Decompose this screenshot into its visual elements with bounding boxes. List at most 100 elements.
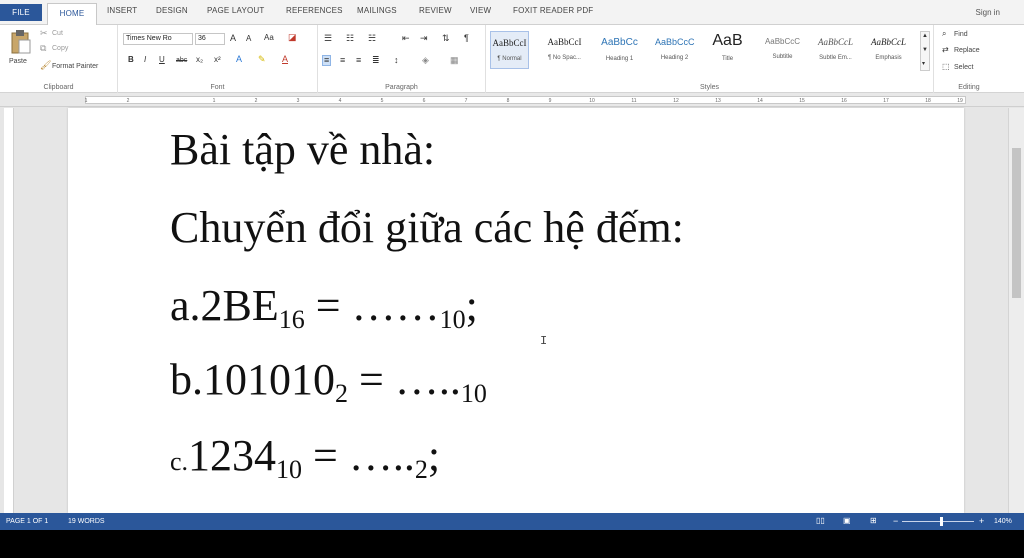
select-button[interactable]: Select (954, 64, 973, 71)
zoom-slider-thumb[interactable] (940, 517, 943, 526)
sign-in-link[interactable]: Sign in (976, 8, 1000, 17)
style-title[interactable]: AaB Title (708, 31, 747, 69)
document-line-5[interactable]: c.123410 = …..2; (170, 434, 440, 483)
tab-page-layout[interactable]: PAGE LAYOUT (207, 6, 264, 15)
web-layout-icon[interactable]: ⊞ (870, 516, 877, 525)
copy-button[interactable]: Copy (52, 45, 68, 52)
document-line-3[interactable]: a.2BE16 = ……10; (170, 284, 478, 333)
font-color-icon[interactable]: A (282, 55, 288, 64)
style-no-spacing[interactable]: AaBbCcI ¶ No Spac... (545, 31, 584, 69)
style-name: ¶ No Spac... (548, 55, 581, 61)
subscript-button[interactable]: x₂ (196, 56, 203, 64)
ruler-tick: 9 (548, 98, 552, 104)
font-group-label: Font (210, 84, 225, 91)
grow-font-button[interactable]: A (230, 34, 236, 43)
tab-home[interactable]: HOME (47, 3, 97, 26)
ruler-tick: 15 (799, 98, 805, 104)
line3-sub1: 16 (278, 305, 305, 334)
bold-button[interactable]: B (128, 56, 134, 64)
style-preview: AaBbCcC (655, 37, 695, 47)
tab-mailings[interactable]: MAILINGS (357, 6, 397, 15)
document-line-4[interactable]: b.1010102 = …..10 (170, 358, 487, 407)
italic-button[interactable]: I (144, 56, 146, 64)
strikethrough-button[interactable]: abc (176, 57, 187, 64)
ruler-tick: 8 (506, 98, 510, 104)
line5-post: ; (427, 431, 441, 480)
line5-sub1: 10 (276, 455, 303, 484)
line5-pre: 1234 (188, 431, 277, 480)
style-heading-2[interactable]: AaBbCcC Heading 2 (655, 31, 695, 69)
tab-foxit-reader-pdf[interactable]: FOXIT READER PDF (513, 6, 593, 15)
font-name-select[interactable]: Times New Ro (123, 33, 193, 45)
style-heading-1[interactable]: AaBbCc Heading 1 (600, 31, 639, 69)
sort-icon[interactable]: ⇅ (442, 34, 450, 43)
line-spacing-icon[interactable]: ↕ (394, 56, 399, 65)
zoom-in-icon[interactable]: + (979, 516, 984, 526)
line3-pre: a.2BE (170, 281, 279, 330)
justify-icon[interactable]: ≣ (372, 56, 380, 65)
zoom-out-icon[interactable]: − (893, 516, 898, 526)
clear-formatting-icon[interactable]: ◪ (288, 33, 297, 42)
font-group: Times New Ro 36 A A Aa ◪ B I U abc x₂ x²… (118, 25, 318, 93)
bullets-icon[interactable]: ☰ (324, 34, 332, 43)
multilevel-list-icon[interactable]: ☵ (368, 34, 376, 43)
superscript-button[interactable]: x² (214, 56, 221, 64)
word-count[interactable]: 19 WORDS (68, 518, 105, 525)
format-painter-button[interactable]: Format Painter (52, 63, 98, 70)
replace-button[interactable]: Replace (954, 47, 980, 54)
style-subtle-emphasis[interactable]: AaBbCcL Subtle Em... (816, 31, 855, 69)
styles-group: AaBbCcI ¶ Normal AaBbCcI ¶ No Spac... Aa… (486, 25, 934, 93)
ruler-tick: 2 (254, 98, 258, 104)
change-case-button[interactable]: Aa (264, 34, 274, 42)
shading-icon[interactable]: ◈ (422, 56, 429, 65)
tab-insert[interactable]: INSERT (107, 6, 137, 15)
tab-review[interactable]: REVIEW (419, 6, 452, 15)
vertical-ruler[interactable] (4, 108, 14, 513)
styles-group-label: Styles (699, 84, 720, 91)
tab-file[interactable]: FILE (0, 4, 42, 21)
zoom-level[interactable]: 140% (994, 518, 1012, 525)
ruler-tick: 12 (673, 98, 679, 104)
numbering-icon[interactable]: ☷ (346, 34, 354, 43)
decrease-indent-icon[interactable]: ⇤ (402, 34, 410, 43)
zoom-slider[interactable] (902, 521, 974, 522)
document-line-2[interactable]: Chuyển đổi giữa các hệ đếm: (170, 206, 684, 250)
tab-references[interactable]: REFERENCES (286, 6, 343, 15)
style-preview: AaBbCcI (547, 37, 582, 47)
show-formatting-marks-icon[interactable]: ¶ (464, 34, 469, 43)
ruler-tick: 14 (757, 98, 763, 104)
paste-button[interactable]: Paste (6, 29, 34, 73)
print-layout-icon[interactable]: ▣ (843, 516, 851, 525)
horizontal-ruler[interactable]: 1 2 1 2 3 4 5 6 7 8 9 10 11 12 13 14 15 … (0, 93, 1024, 107)
cut-button[interactable]: Cut (52, 30, 63, 37)
font-size-select[interactable]: 36 (195, 33, 225, 45)
increase-indent-icon[interactable]: ⇥ (420, 34, 428, 43)
shrink-font-button[interactable]: A (246, 35, 251, 43)
style-emphasis[interactable]: AaBbCcL Emphasis (869, 31, 908, 69)
style-name: Emphasis (875, 55, 902, 61)
align-right-icon[interactable]: ≡ (356, 56, 361, 65)
tab-view[interactable]: VIEW (470, 6, 491, 15)
styles-gallery-scroll[interactable]: ▲ ▼ ▾ (920, 31, 930, 71)
vertical-scrollbar[interactable] (1008, 108, 1024, 513)
highlight-color-icon[interactable]: ✎ (258, 55, 266, 64)
style-normal[interactable]: AaBbCcI ¶ Normal (490, 31, 529, 69)
line4-pre: b.101010 (170, 355, 335, 404)
style-name: ¶ Normal (497, 56, 522, 62)
ribbon-tab-bar: FILE HOME INSERT DESIGN PAGE LAYOUT REFE… (0, 0, 1024, 26)
document-page[interactable]: Bài tập về nhà: Chuyển đổi giữa các hệ đ… (68, 108, 964, 513)
underline-button[interactable]: U (159, 56, 165, 64)
scrollbar-thumb[interactable] (1012, 148, 1021, 298)
align-left-icon[interactable]: ≡ (322, 55, 332, 66)
style-name: Heading 2 (660, 55, 689, 61)
document-line-1[interactable]: Bài tập về nhà: (170, 128, 435, 172)
tab-design[interactable]: DESIGN (156, 6, 188, 15)
read-mode-icon[interactable]: ▯▯ (816, 516, 825, 525)
style-subtitle[interactable]: AaBbCcC Subtitle (763, 31, 802, 69)
borders-icon[interactable]: ▦ (450, 56, 459, 65)
align-center-icon[interactable]: ≡ (340, 56, 345, 65)
text-effects-icon[interactable]: A (236, 55, 242, 64)
page-count[interactable]: PAGE 1 OF 1 (6, 518, 48, 525)
find-button[interactable]: Find (954, 31, 968, 38)
ruler-tick: 10 (589, 98, 595, 104)
